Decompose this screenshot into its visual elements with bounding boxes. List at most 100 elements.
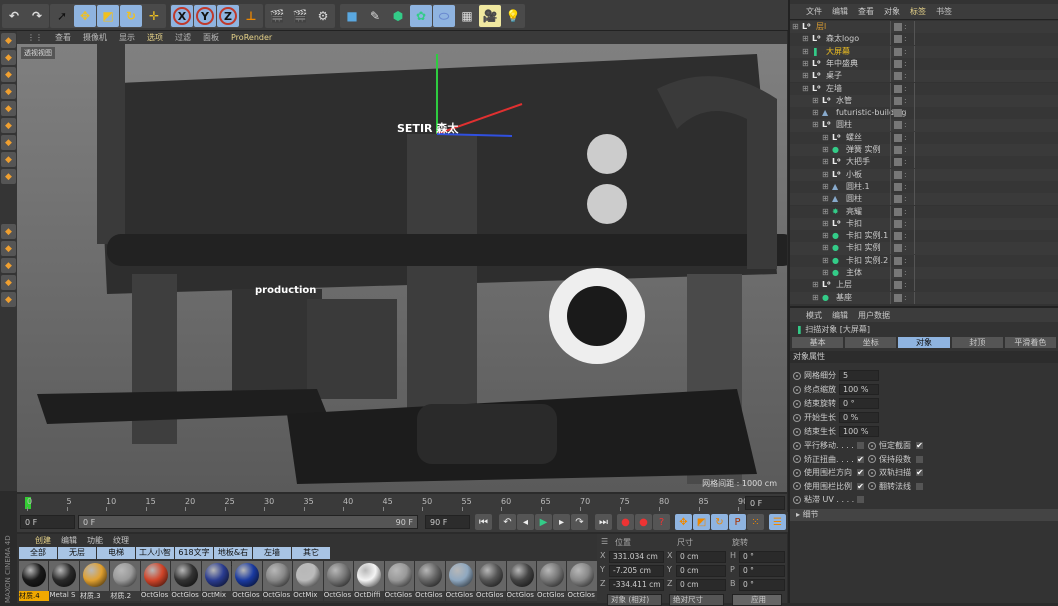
checkbox[interactable] <box>916 482 923 490</box>
animate-radio[interactable] <box>793 468 801 477</box>
points-mode-icon[interactable]: ◆ <box>1 101 16 116</box>
object-name[interactable]: 小板 <box>846 169 862 181</box>
layer-icon[interactable] <box>894 269 902 277</box>
visibility-dots-icon[interactable]: : <box>904 193 907 205</box>
material-filter-tab[interactable]: 电梯 <box>97 547 135 559</box>
expand-icon[interactable]: ⊞ <box>812 279 819 291</box>
apply-button[interactable]: 应用 <box>732 594 782 606</box>
key-scale-icon[interactable]: ◩ <box>693 514 710 530</box>
axis-z-lock-button[interactable]: Z <box>217 5 239 27</box>
floor-icon[interactable]: ▦ <box>456 5 478 27</box>
animate-radio[interactable] <box>793 399 801 408</box>
frame-range-slider[interactable]: 0 F 90 F <box>78 515 418 529</box>
object-name[interactable]: 主体 <box>846 267 862 279</box>
checkbox[interactable] <box>857 442 864 449</box>
visibility-dots-icon[interactable]: : <box>904 218 907 230</box>
visibility-dots-icon[interactable]: : <box>904 242 907 254</box>
rotation-field[interactable]: 0 ° <box>739 551 785 563</box>
layer-icon[interactable] <box>894 72 902 81</box>
material-filter-tab[interactable]: 全部 <box>19 547 57 559</box>
axis-mode-icon[interactable]: ◆ <box>1 152 16 167</box>
material-swatch[interactable]: OctGlos <box>506 561 537 601</box>
coordinate-system-icon[interactable]: ⊥ <box>240 5 262 27</box>
object-row[interactable]: ⊞ ✸ 亮耀: <box>790 205 1058 218</box>
material-swatch[interactable]: OctGlos <box>323 561 354 601</box>
light-icon[interactable]: 💡 <box>502 5 524 27</box>
material-swatch[interactable]: Metal S <box>49 561 80 601</box>
visibility-dots-icon[interactable]: : <box>904 292 907 304</box>
texture-mode-icon[interactable]: ◆ <box>1 67 16 82</box>
visibility-dots-icon[interactable]: : <box>904 169 907 181</box>
visibility-dots-icon[interactable]: : <box>904 95 907 107</box>
field-input[interactable]: 100 % <box>839 426 879 437</box>
object-name[interactable]: 圆柱.1 <box>846 181 870 193</box>
object-row[interactable]: ⊞ L⁰ 左墙: <box>790 82 1058 95</box>
render-settings-icon[interactable]: ⚙ <box>312 5 334 27</box>
attribute-menu-1[interactable]: 编辑 <box>832 310 848 321</box>
object-name[interactable]: 螺丝 <box>846 132 862 144</box>
object-name[interactable]: 水管 <box>836 95 852 107</box>
move-icon[interactable]: ✥ <box>74 5 96 27</box>
viewport-menu-2[interactable]: 显示 <box>119 32 135 43</box>
viewport-menu-handle[interactable]: ⋮⋮ <box>27 33 43 42</box>
object-row[interactable]: ⊞ L⁰ 螺丝: <box>790 131 1058 144</box>
object-name[interactable]: 大屏幕 <box>826 46 850 58</box>
attribute-tab[interactable]: 坐标 <box>845 337 897 348</box>
layer-icon[interactable] <box>894 47 902 56</box>
visibility-dots-icon[interactable]: : <box>904 181 907 193</box>
prev-frame-icon[interactable]: ◂ <box>517 514 534 530</box>
keyframe-help-icon[interactable]: ? <box>653 514 670 530</box>
object-row[interactable]: ⊞ L⁰ 森太logo: <box>790 33 1058 46</box>
size-field[interactable]: 0 cm <box>676 565 726 577</box>
cube-icon[interactable]: ■ <box>341 5 363 27</box>
array-icon[interactable]: ✿ <box>410 5 432 27</box>
object-row[interactable]: ⊞ L⁰ 层l: <box>790 21 1058 34</box>
object-row[interactable]: ⊞ L⁰ 桌子: <box>790 70 1058 83</box>
animate-radio[interactable] <box>793 413 801 422</box>
soft-selection-icon[interactable]: ◆ <box>1 241 16 256</box>
goto-start-icon[interactable]: ⏮ <box>475 514 492 530</box>
details-section[interactable]: ▸ 细节 <box>790 509 1058 521</box>
layer-icon[interactable] <box>894 146 902 154</box>
visibility-dots-icon[interactable]: : <box>904 132 907 144</box>
prev-key-icon[interactable]: ↶ <box>499 514 516 530</box>
material-swatch[interactable]: OctGlos <box>415 561 446 601</box>
layer-icon[interactable] <box>894 133 902 142</box>
pen-icon[interactable]: ✎ <box>364 5 386 27</box>
model-mode-icon[interactable]: ◆ <box>1 50 16 65</box>
checkbox[interactable]: ✔ <box>916 469 923 477</box>
make-editable-icon[interactable]: ◆ <box>1 33 16 48</box>
layer-icon[interactable] <box>894 170 902 179</box>
key-points-icon[interactable]: ⁙ <box>747 514 764 530</box>
visibility-dots-icon[interactable]: : <box>904 58 907 70</box>
size-field[interactable]: 0 cm <box>676 579 726 591</box>
material-swatch[interactable]: OctMix <box>293 561 324 601</box>
render-view-icon[interactable]: 🎬 <box>266 5 288 27</box>
key-rotation-icon[interactable]: ↻ <box>711 514 728 530</box>
key-position-icon[interactable]: ✥ <box>675 514 692 530</box>
expand-icon[interactable]: ⊞ <box>812 107 819 119</box>
material-swatch[interactable]: OctGlos <box>171 561 202 601</box>
viewport[interactable]: SETIR 森太 production 透视视图 网格间距 : 1000 cm <box>17 44 787 492</box>
material-swatch[interactable]: OctGlos <box>384 561 415 601</box>
viewport-menu-3[interactable]: 选项 <box>147 32 163 43</box>
material-filter-tab[interactable]: 无层 <box>58 547 96 559</box>
material-menu-0[interactable]: 创建 <box>35 535 51 546</box>
expand-icon[interactable]: ⊞ <box>822 181 829 193</box>
expand-icon[interactable]: ⊞ <box>792 21 799 33</box>
layer-icon[interactable] <box>894 207 902 216</box>
viewport-menu-0[interactable]: 查看 <box>55 32 71 43</box>
expand-icon[interactable]: ⊞ <box>822 206 829 218</box>
visibility-dots-icon[interactable]: : <box>904 21 907 33</box>
object-name[interactable]: 卡扣 实例.1 <box>846 230 888 242</box>
object-name[interactable]: 基座 <box>836 292 852 304</box>
expand-icon[interactable]: ⊞ <box>822 132 829 144</box>
material-swatch[interactable]: OctGlos <box>567 561 598 601</box>
expand-icon[interactable]: ⊞ <box>822 267 829 279</box>
layer-icon[interactable] <box>894 121 902 130</box>
layer-icon[interactable] <box>894 244 902 253</box>
expand-icon[interactable]: ⊞ <box>822 242 829 254</box>
object-name[interactable]: 圆柱 <box>846 193 862 205</box>
render-picture-queue-icon[interactable]: 🎬 <box>289 5 311 27</box>
viewport-menu-1[interactable]: 摄像机 <box>83 32 107 43</box>
